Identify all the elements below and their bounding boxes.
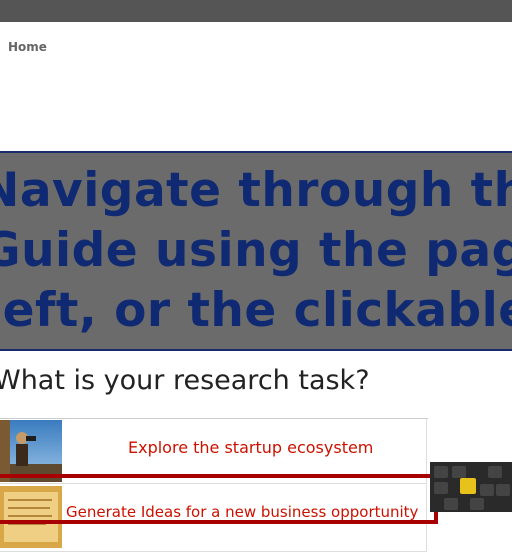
task-row-explore[interactable]: Explore the startup ecosystem <box>0 419 427 484</box>
banner-line-2: Guide using the page <box>0 223 512 278</box>
top-bar <box>0 0 512 22</box>
keyboard-thumbnail[interactable] <box>430 462 512 512</box>
research-task-table: Explore the startup ecosystem Generate I… <box>0 418 428 552</box>
banner-line-1: Navigate through the <box>0 163 512 218</box>
instruction-banner: Navigate through the Guide using the pag… <box>0 151 512 351</box>
research-question-heading: What is your research task? <box>0 365 370 396</box>
task-row-generate-ideas[interactable]: Generate Ideas for a new business opport… <box>0 485 427 552</box>
binoculars-thumbnail[interactable] <box>0 420 62 482</box>
generate-ideas-link[interactable]: Generate Ideas for a new business opport… <box>66 503 418 521</box>
lightbulb-thumbnail[interactable] <box>0 486 62 548</box>
banner-line-3: left, or the clickable icons <box>0 283 512 338</box>
explore-startup-ecosystem-link[interactable]: Explore the startup ecosystem <box>128 438 373 457</box>
breadcrumb-home-link[interactable]: Home <box>8 40 47 54</box>
